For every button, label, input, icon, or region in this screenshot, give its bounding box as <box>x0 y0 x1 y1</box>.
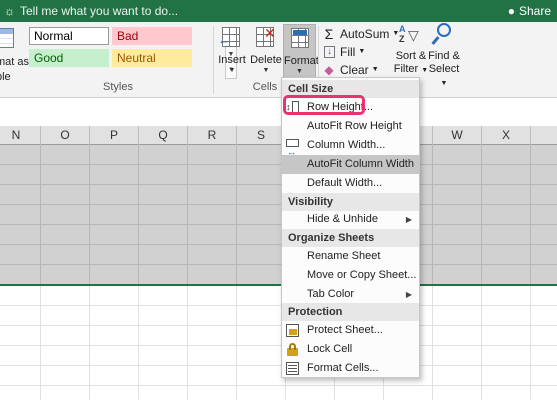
tell-me-search[interactable]: ☼ Tell me what you want to do... <box>4 0 178 22</box>
column-header-o[interactable]: O <box>41 126 90 145</box>
row-height-highlight <box>283 95 365 115</box>
menu-header-organize-sheets: Organize Sheets <box>282 229 419 247</box>
lock-icon <box>286 343 299 356</box>
fill-label: Fill <box>340 45 356 59</box>
tell-me-text[interactable]: Tell me what you want to do... <box>20 0 178 22</box>
column-width-icon: ↔ <box>286 139 299 157</box>
style-good[interactable]: Good <box>29 49 109 67</box>
ribbon: mat as ble Normal Bad Good Neutral ▲ ▼ ▾… <box>0 22 557 98</box>
format-as-table-label-2: ble <box>0 71 11 83</box>
chevron-down-icon: ▼ <box>358 48 366 55</box>
menu-item-move-copy-sheet[interactable]: Move or Copy Sheet... <box>282 266 419 285</box>
find-select-button[interactable]: Find & Select ▼ <box>424 23 464 90</box>
column-header-w[interactable]: W <box>433 126 482 145</box>
person-icon: ● <box>507 4 515 18</box>
submenu-arrow-icon: ▶ <box>405 215 412 224</box>
cell-grid[interactable] <box>0 284 557 400</box>
menu-item-format-cells[interactable]: Format Cells... <box>282 359 419 378</box>
menu-item-column-width[interactable]: ↔ Column Width... <box>282 136 419 157</box>
chevron-down-icon: ▼ <box>228 67 236 74</box>
fill-button[interactable]: ↓ Fill ▼ <box>322 43 365 61</box>
format-label: Format <box>284 55 319 67</box>
insert-cells-icon: ← <box>218 27 244 49</box>
column-header-p[interactable]: P <box>90 126 139 145</box>
delete-label: Delete <box>250 54 282 66</box>
format-cells-icon <box>291 28 313 50</box>
share-button[interactable]: ● Share <box>508 0 551 22</box>
protect-sheet-icon <box>286 324 299 337</box>
selected-cell-range[interactable] <box>0 145 557 284</box>
menu-item-tab-color[interactable]: Tab Color ▶ <box>282 285 419 304</box>
chevron-down-icon: ▼ <box>296 68 303 75</box>
find-select-label-2: Select ▼ <box>428 63 460 87</box>
autosum-button[interactable]: Σ AutoSum ▼ <box>322 25 400 43</box>
menu-item-autofit-column-width[interactable]: AutoFit Column Width <box>282 155 419 174</box>
menu-item-protect-sheet[interactable]: Protect Sheet... <box>282 321 419 340</box>
menu-item-rename-sheet[interactable]: Rename Sheet <box>282 247 419 266</box>
style-bad[interactable]: Bad <box>112 27 192 45</box>
menu-item-autofit-row-height[interactable]: AutoFit Row Height <box>282 117 419 136</box>
find-select-label-1: Find & <box>428 50 460 62</box>
column-header-s[interactable]: S <box>237 126 286 145</box>
menu-item-lock-cell[interactable]: Lock Cell <box>282 340 419 359</box>
lightbulb-icon: ☼ <box>4 4 15 18</box>
column-header-r[interactable]: R <box>188 126 237 145</box>
cell-styles-gallery: Normal Bad Good Neutral ▲ ▼ ▾ <box>29 27 237 79</box>
chevron-down-icon: ▼ <box>262 67 270 74</box>
format-as-table-label-1: mat as <box>0 56 30 68</box>
fill-down-icon: ↓ <box>324 46 335 58</box>
style-neutral[interactable]: Neutral <box>112 49 192 67</box>
column-header-q[interactable]: Q <box>139 126 188 145</box>
insert-button[interactable]: ← Insert ▼ <box>215 24 249 78</box>
column-header-x[interactable]: X <box>482 126 531 145</box>
style-normal[interactable]: Normal <box>29 27 109 45</box>
styles-group-label: Styles <box>103 81 133 93</box>
autosum-label: AutoSum <box>340 27 390 41</box>
insert-label: Insert <box>218 54 246 66</box>
column-header-n[interactable]: N <box>0 126 41 145</box>
delete-cells-icon: ✕ <box>256 25 278 49</box>
submenu-arrow-icon: ▶ <box>405 290 412 299</box>
format-as-table-icon <box>0 28 14 48</box>
menu-header-protection: Protection <box>282 303 419 321</box>
group-separator <box>213 26 214 94</box>
format-dropdown-menu: Cell Size ↕ Row Height... AutoFit Row He… <box>281 77 420 378</box>
menu-item-hide-unhide[interactable]: Hide & Unhide ▶ <box>282 210 419 229</box>
share-label: Share <box>518 4 551 18</box>
delete-button[interactable]: ✕ Delete ▼ <box>249 24 283 78</box>
format-as-table-button[interactable]: mat as ble <box>0 28 30 83</box>
magnifier-icon <box>424 23 464 50</box>
worksheet[interactable]: N O P Q R S T U V W X <box>0 126 557 400</box>
menu-item-default-width[interactable]: Default Width... <box>282 174 419 193</box>
menu-header-visibility: Visibility <box>282 193 419 211</box>
column-headers: N O P Q R S T U V W X <box>0 126 557 145</box>
sigma-icon: Σ <box>324 26 334 42</box>
format-button[interactable]: Format ▼ <box>283 24 319 78</box>
format-cells-icon <box>286 362 299 375</box>
title-bar: ☼ Tell me what you want to do... ● Share <box>0 0 557 22</box>
